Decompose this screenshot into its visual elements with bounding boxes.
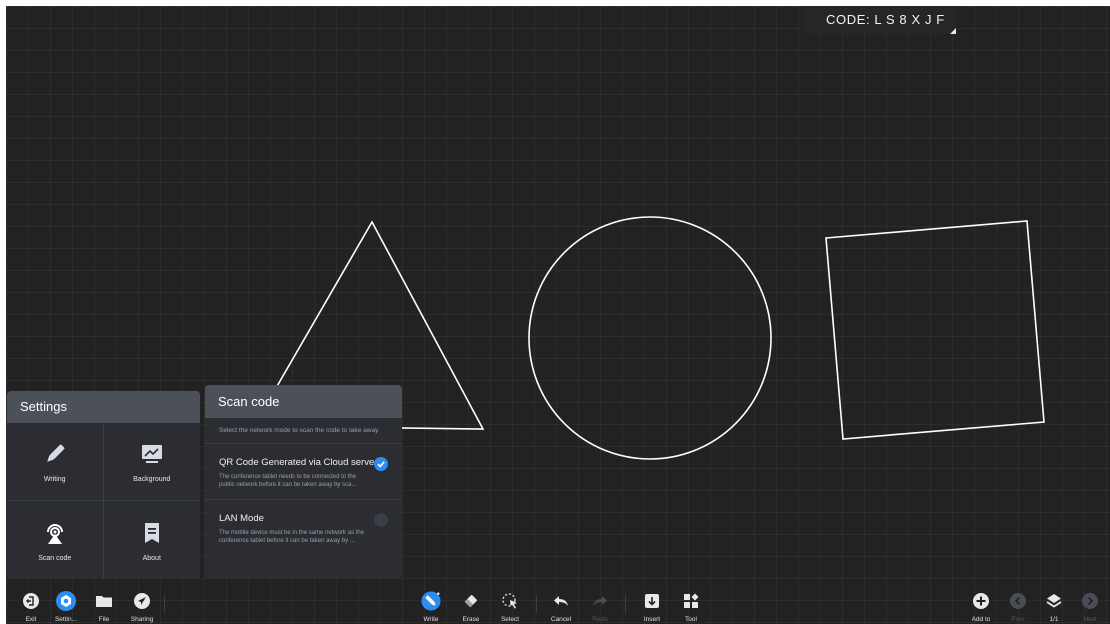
toolbar-label: Tool: [685, 616, 697, 623]
folder-icon: [94, 591, 114, 611]
settings-item-label: Background: [133, 476, 171, 483]
settings-item-label: Scan code: [38, 554, 72, 562]
mode-option-cloud[interactable]: QR Code Generated via Cloud server The c…: [205, 444, 402, 500]
settings-icon: [56, 591, 76, 611]
circle-shape[interactable]: [528, 216, 772, 460]
pen-icon: [41, 440, 69, 468]
settings-item-about[interactable]: About: [104, 501, 201, 579]
bottom-toolbar: Exit Settin... File Sharing Write Erase: [6, 585, 1110, 624]
toolbar-label: Cancel: [550, 616, 572, 623]
file-button[interactable]: File: [84, 591, 124, 623]
toolbar-divider: [536, 595, 537, 613]
write-button[interactable]: Write: [411, 591, 451, 623]
tool-button[interactable]: Tool: [671, 591, 711, 623]
next-page-button[interactable]: Next: [1070, 591, 1110, 623]
toolbar-label: Exit: [25, 616, 37, 623]
toolbar-label: File: [98, 616, 110, 623]
select-icon: [500, 591, 520, 611]
eraser-icon: [461, 591, 481, 611]
settings-panel: Settings Writing Background Scan code Ab…: [7, 391, 200, 579]
settings-item-label: About: [142, 554, 161, 562]
settings-item-writing[interactable]: Writing: [7, 423, 104, 501]
select-button[interactable]: Select: [490, 591, 530, 623]
add-page-button[interactable]: Add to: [961, 591, 1001, 623]
exit-icon: [21, 591, 41, 611]
toolbar-label: Next: [1083, 616, 1097, 623]
toolbar-label: Sharing: [130, 616, 154, 623]
toolbar-label: Prev: [1011, 616, 1025, 623]
toolbar-divider: [164, 595, 165, 613]
sharing-button[interactable]: Sharing: [122, 591, 162, 623]
settings-grid: Writing Background Scan code About: [7, 423, 200, 579]
undo-icon: [551, 591, 571, 611]
mode-description: The conference tablet needs to be connec…: [219, 474, 357, 488]
scan-code-icon: [41, 519, 69, 547]
scan-code-panel: Scan code Select the network mode to sca…: [205, 385, 402, 579]
toolbar-label: Erase: [462, 616, 480, 623]
redo-button[interactable]: Redo: [580, 591, 620, 623]
room-code-box[interactable]: CODE: L S 8 X J F: [804, 6, 956, 34]
toolbar-divider: [625, 595, 626, 613]
exit-button[interactable]: Exit: [11, 591, 51, 623]
room-code-label: CODE: L S 8 X J F: [826, 12, 945, 27]
toolbar-label: Select: [500, 616, 520, 623]
settings-item-background[interactable]: Background: [103, 423, 200, 501]
redo-icon: [590, 591, 610, 611]
document-icon: [138, 519, 166, 547]
toolbar-label: Insert: [643, 616, 661, 623]
mode-title: LAN Mode: [219, 513, 264, 524]
toolbar-label: Redo: [592, 616, 608, 623]
cancel-button[interactable]: Cancel: [541, 591, 581, 623]
tool-icon: [681, 591, 701, 611]
mode-title: QR Code Generated via Cloud server: [219, 457, 378, 468]
prev-page-button[interactable]: Prev: [998, 591, 1038, 623]
settings-panel-title: Settings: [7, 391, 200, 423]
settings-item-scan-code[interactable]: Scan code: [7, 501, 104, 579]
erase-button[interactable]: Erase: [451, 591, 491, 623]
toolbar-label: Add to: [971, 616, 991, 623]
square-shape[interactable]: [825, 220, 1045, 440]
insert-button[interactable]: Insert: [632, 591, 672, 623]
radio-checked-icon[interactable]: [374, 457, 388, 471]
insert-icon: [642, 591, 662, 611]
image-icon: [138, 440, 166, 468]
radio-unchecked-icon[interactable]: [374, 513, 388, 527]
toolbar-label: Write: [423, 616, 439, 623]
layers-icon: [1044, 591, 1064, 611]
add-icon: [971, 591, 991, 611]
share-icon: [132, 591, 152, 611]
settings-button[interactable]: Settin...: [46, 591, 86, 623]
pages-button[interactable]: 1/1: [1034, 591, 1074, 623]
resize-corner-icon: [950, 28, 956, 34]
page-counter: 1/1: [1049, 616, 1059, 623]
settings-item-label: Writing: [43, 476, 66, 483]
prev-icon: [1008, 591, 1028, 611]
mode-description: The mobile device must be in the same ne…: [219, 530, 365, 544]
scan-panel-description: Select the network mode to scan the code…: [205, 418, 402, 444]
scan-panel-title: Scan code: [205, 385, 402, 418]
pen-icon: [421, 591, 441, 611]
mode-option-lan[interactable]: LAN Mode The mobile device must be in th…: [205, 500, 402, 555]
next-icon: [1080, 591, 1100, 611]
toolbar-label: Settin...: [54, 616, 78, 623]
